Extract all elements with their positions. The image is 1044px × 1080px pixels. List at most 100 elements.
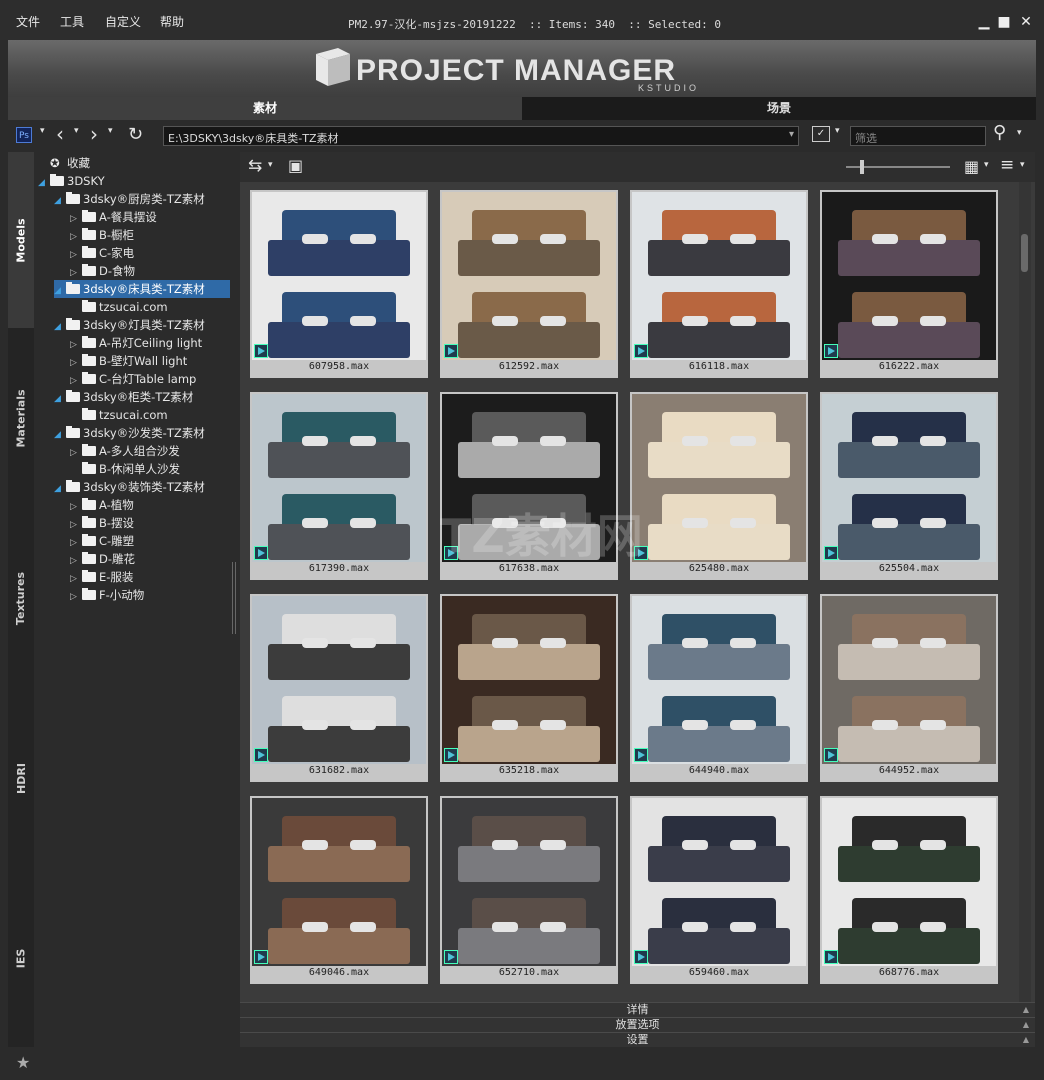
chevron-down-icon[interactable]: ▾: [74, 126, 79, 136]
tab-scenes[interactable]: 场景: [522, 97, 1036, 120]
asset-card[interactable]: 616118.max: [630, 190, 808, 378]
bed-body: [838, 928, 980, 964]
tree-node[interactable]: ◢ 3dsky®床具类-TZ素材: [54, 280, 230, 298]
tree-node[interactable]: B-休闲单人沙发: [70, 460, 180, 478]
asset-card[interactable]: 625504.max: [820, 392, 998, 580]
tree-node[interactable]: ◢ 3dsky®厨房类-TZ素材: [54, 190, 205, 208]
close-icon[interactable]: ✕: [1016, 12, 1036, 32]
tree-node[interactable]: ▷ D-雕花: [70, 550, 135, 568]
grid-view-icon[interactable]: ▦: [964, 157, 979, 176]
chevron-down-icon[interactable]: ▾: [268, 160, 273, 170]
tree-node[interactable]: ▷ B-摆设: [70, 514, 134, 532]
expand-open-icon[interactable]: ◢: [38, 174, 50, 192]
sort-icon[interactable]: ≡: [1000, 155, 1014, 175]
folder-icon: [82, 264, 96, 276]
menu-customize[interactable]: 自定义: [105, 0, 141, 40]
chevron-down-icon[interactable]: ▾: [835, 126, 840, 136]
maximize-icon[interactable]: ■: [994, 12, 1014, 32]
filter-input[interactable]: 筛选: [850, 126, 986, 146]
collapse-icon[interactable]: ▲: [1023, 1033, 1029, 1047]
settings-panel-header[interactable]: 设置 ▲: [240, 1032, 1035, 1047]
chevron-down-icon[interactable]: ▾: [40, 126, 45, 136]
tree-node[interactable]: ▷ A-餐具摆设: [70, 208, 157, 226]
tree-node[interactable]: ◢ 3dsky®灯具类-TZ素材: [54, 316, 205, 334]
chevron-down-icon[interactable]: ▾: [984, 160, 989, 170]
asset-card[interactable]: 612592.max: [440, 190, 618, 378]
path-field[interactable]: E:\3DSKY\3dsky®床具类-TZ素材 ▾: [163, 126, 799, 146]
asset-card[interactable]: 649046.max: [250, 796, 428, 984]
tree-node[interactable]: ▷ F-小动物: [70, 586, 144, 604]
cube-icon[interactable]: ▣: [288, 156, 303, 175]
slider-handle[interactable]: [860, 160, 864, 174]
chevron-down-icon[interactable]: ▾: [1020, 160, 1025, 170]
vtab-materials[interactable]: Materials: [8, 328, 34, 508]
asset-card[interactable]: 668776.max: [820, 796, 998, 984]
asset-card[interactable]: 617390.max: [250, 392, 428, 580]
vtab-ies[interactable]: IES: [8, 868, 34, 1048]
filter-check-icon[interactable]: ✓: [812, 126, 830, 142]
tree-node[interactable]: ◢ 3DSKY: [38, 172, 105, 190]
vtab-hdri[interactable]: HDRI: [8, 688, 34, 868]
tree-node[interactable]: tzsucai.com: [70, 406, 168, 424]
placement-panel-header[interactable]: 放置选项 ▲: [240, 1017, 1035, 1032]
tree-node[interactable]: ▷ A-植物: [70, 496, 134, 514]
menu-help[interactable]: 帮助: [160, 0, 184, 40]
tab-assets[interactable]: 素材: [8, 97, 522, 120]
tree-node[interactable]: ▷ D-食物: [70, 262, 135, 280]
expand-open-icon[interactable]: ◢: [54, 282, 66, 300]
minimize-icon[interactable]: ▁: [974, 12, 994, 32]
tree-node-label: D-食物: [99, 264, 136, 278]
asset-card[interactable]: 644940.max: [630, 594, 808, 782]
asset-card[interactable]: 659460.max: [630, 796, 808, 984]
expand-open-icon[interactable]: ◢: [54, 426, 66, 444]
search-icon[interactable]: ⚲: [993, 122, 1006, 143]
vtab-models[interactable]: Models: [8, 152, 34, 328]
vertical-scrollbar[interactable]: [1019, 182, 1031, 1002]
expand-open-icon[interactable]: ◢: [54, 318, 66, 336]
chevron-down-icon[interactable]: ▾: [789, 129, 794, 140]
expand-open-icon[interactable]: ◢: [54, 192, 66, 210]
tree-node[interactable]: ◢ 3dsky®柜类-TZ素材: [54, 388, 193, 406]
asset-card[interactable]: 625480.max: [630, 392, 808, 580]
asset-card[interactable]: 644952.max: [820, 594, 998, 782]
refresh-icon[interactable]: ↻: [128, 124, 143, 145]
thumbnail-size-slider[interactable]: [846, 160, 950, 174]
tree-node[interactable]: ▷ B-壁灯Wall light: [70, 352, 187, 370]
menu-file[interactable]: 文件: [16, 0, 40, 40]
tree-node[interactable]: ▷ A-多人组合沙发: [70, 442, 180, 460]
tree-node[interactable]: ▷ C-家电: [70, 244, 134, 262]
asset-card[interactable]: 607958.max: [250, 190, 428, 378]
chevron-down-icon[interactable]: ▾: [108, 126, 113, 136]
details-panel-header[interactable]: 详情 ▲: [240, 1002, 1035, 1017]
tree-node[interactable]: ▷ E-服装: [70, 568, 133, 586]
asset-card[interactable]: 617638.max: [440, 392, 618, 580]
panel-splitter[interactable]: [230, 152, 240, 1047]
tree-node[interactable]: ◢ 3dsky®装饰类-TZ素材: [54, 478, 205, 496]
asset-thumbnail: [252, 192, 426, 360]
expand-closed-icon[interactable]: ▷: [70, 588, 82, 606]
tree-node[interactable]: ✪ 收藏: [38, 154, 90, 172]
tree-node[interactable]: ▷ C-台灯Table lamp: [70, 370, 196, 388]
expand-open-icon[interactable]: ◢: [54, 480, 66, 498]
expand-open-icon[interactable]: ◢: [54, 390, 66, 408]
collapse-icon[interactable]: ▲: [1023, 1018, 1029, 1032]
asset-card[interactable]: 652710.max: [440, 796, 618, 984]
tree-node[interactable]: ▷ C-雕塑: [70, 532, 134, 550]
vtab-textures[interactable]: Textures: [8, 508, 34, 688]
sync-icon[interactable]: ⇆: [248, 156, 262, 176]
menu-tools[interactable]: 工具: [60, 0, 84, 40]
asset-card[interactable]: 631682.max: [250, 594, 428, 782]
tree-node[interactable]: ◢ 3dsky®沙发类-TZ素材: [54, 424, 205, 442]
tree-node[interactable]: ▷ B-橱柜: [70, 226, 134, 244]
tree-node[interactable]: tzsucai.com: [70, 298, 168, 316]
forward-icon[interactable]: ›: [90, 122, 98, 146]
scrollbar-thumb[interactable]: [1021, 234, 1028, 272]
chevron-down-icon[interactable]: ▾: [1017, 128, 1022, 138]
photoshop-icon[interactable]: Ps: [16, 127, 32, 143]
asset-card[interactable]: 616222.max: [820, 190, 998, 378]
tree-node[interactable]: ▷ A-吊灯Ceiling light: [70, 334, 202, 352]
asset-card[interactable]: 635218.max: [440, 594, 618, 782]
favorite-star-icon[interactable]: ★: [16, 1053, 30, 1072]
collapse-icon[interactable]: ▲: [1023, 1003, 1029, 1017]
back-icon[interactable]: ‹: [56, 122, 64, 146]
